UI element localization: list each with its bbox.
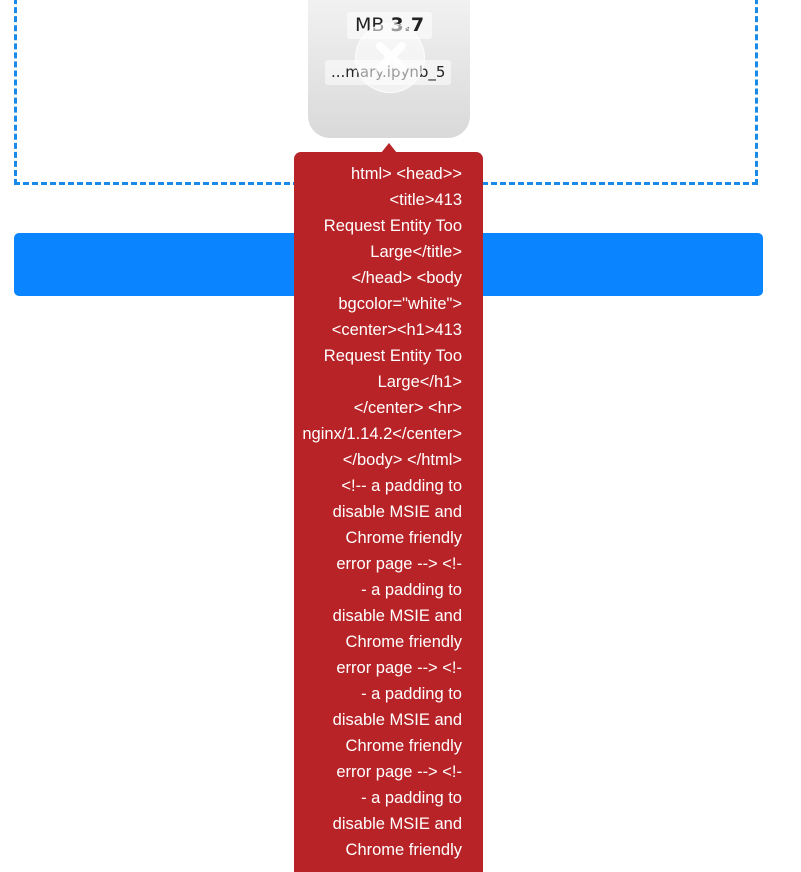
error-message-line: disable MSIE and xyxy=(332,607,462,625)
error-message-line: </center> <hr> xyxy=(353,399,462,417)
error-message-line: Chrome friendly xyxy=(345,633,462,651)
error-message-line: </head> <body xyxy=(351,269,462,287)
error-message-line: Request Entity Too xyxy=(323,347,462,365)
error-tooltip: html> <head>> <title>413 Request Entity To… xyxy=(294,152,483,872)
error-message-line: <center><h1>413 xyxy=(331,321,462,339)
error-message-line: disable MSIE and xyxy=(332,711,462,729)
error-message: html> <head>> <title>413 Request Entity To… xyxy=(294,161,462,863)
error-message-line: Chrome friendly xyxy=(345,841,462,859)
error-message-line: error page --> <!- xyxy=(336,659,462,677)
error-message-line: - a padding to xyxy=(361,581,462,599)
error-message-line: <title>413 xyxy=(389,191,462,209)
error-message-line: error page --> <!- xyxy=(336,763,462,781)
error-message-line: Request Entity Too xyxy=(323,217,462,235)
error-message-line: error page --> <!- xyxy=(336,555,462,573)
error-message-line: Large</title> xyxy=(370,243,462,261)
error-message-line: html> <head>> xyxy=(350,165,462,183)
error-message-line: - a padding to xyxy=(361,789,462,807)
error-message-line: </body> </html> xyxy=(342,451,462,469)
error-message-line: Chrome friendly xyxy=(345,737,462,755)
error-message-line: Large</h1> xyxy=(377,373,462,391)
file-preview: MB 3.7 ...mary.ipynb_5 xyxy=(308,0,470,138)
error-message-line: <!-- a padding to xyxy=(341,477,462,495)
error-message-line: - a padding to xyxy=(361,685,462,703)
error-message-line: Chrome friendly xyxy=(345,529,462,547)
close-icon xyxy=(355,23,425,93)
error-message-line: disable MSIE and xyxy=(332,815,462,833)
error-message-line: bgcolor="white"> xyxy=(338,295,462,313)
error-message-line: disable MSIE and xyxy=(332,503,462,521)
error-message-line: nginx/1.14.2</center> xyxy=(302,425,462,443)
